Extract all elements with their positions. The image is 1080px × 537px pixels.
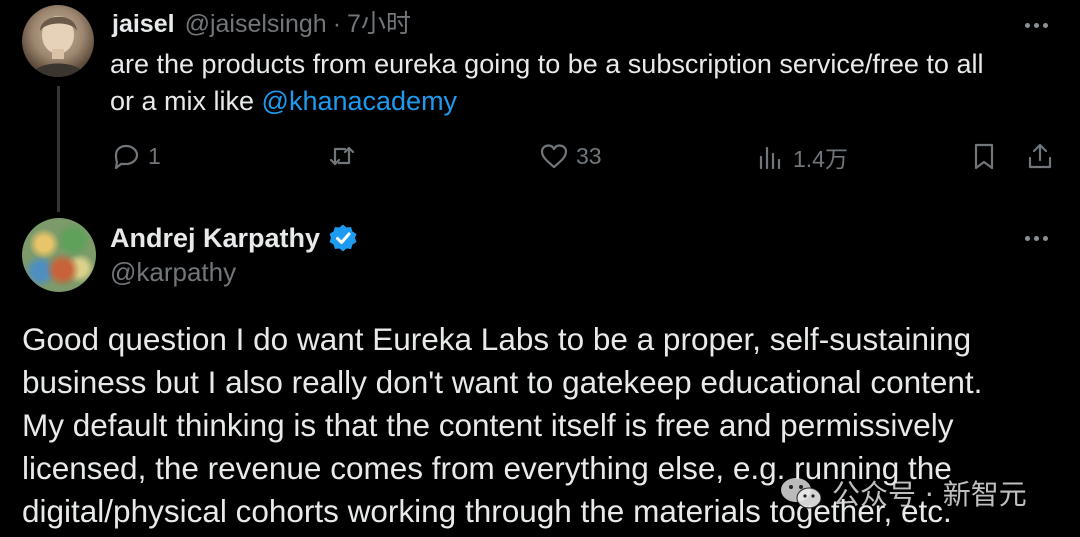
- reply-text-line: are the products from eureka going to be…: [110, 49, 984, 79]
- watermark-text: 公众号 · 新智元: [832, 478, 1027, 511]
- main-author-handle[interactable]: @karpathy: [110, 257, 236, 288]
- header-separator: ·: [332, 10, 342, 38]
- share-button[interactable]: [1024, 140, 1056, 172]
- more-horizontal-icon[interactable]: [1025, 233, 1059, 243]
- views-count: 1.4万: [793, 146, 848, 172]
- watermark: 公众号 · 新智元: [778, 470, 1027, 516]
- views-button[interactable]: 1.4万: [755, 140, 848, 174]
- avatar-portrait-icon: [30, 16, 86, 77]
- retweet-icon: [329, 146, 355, 166]
- heart-icon: [540, 144, 568, 169]
- reply-text-fragment: or a mix like: [110, 86, 262, 116]
- main-author-name-row: Andrej Karpathy: [110, 219, 358, 257]
- reply-bubble-icon: [114, 144, 139, 170]
- reply-text-line: or a mix like @khanacademy: [110, 83, 1050, 120]
- bookmark-icon: [974, 143, 994, 170]
- reply-tweet-text: are the products from eureka going to be…: [110, 46, 1050, 120]
- views-bar-chart-icon: [759, 146, 781, 170]
- main-author-name[interactable]: Andrej Karpathy: [110, 223, 320, 254]
- share-upload-icon: [1028, 143, 1052, 169]
- retweet-button[interactable]: [326, 140, 364, 172]
- reply-timestamp[interactable]: 7小时: [347, 4, 411, 40]
- reply-action-bar: 1 33 1.4万: [110, 140, 1060, 180]
- main-text-line: business but I also really don't want to…: [22, 364, 983, 400]
- main-author-avatar[interactable]: [22, 218, 96, 292]
- like-button[interactable]: 33: [538, 140, 602, 172]
- reply-author-avatar[interactable]: [22, 5, 94, 77]
- like-count: 33: [576, 142, 602, 169]
- main-text-line: My default thinking is that the content …: [22, 407, 954, 443]
- bookmark-button[interactable]: [968, 140, 1000, 172]
- reply-author-handle[interactable]: @jaiselsingh: [185, 10, 327, 39]
- reply-button[interactable]: 1: [110, 140, 161, 172]
- main-text-line: Good question I do want Eureka Labs to b…: [22, 321, 972, 357]
- wechat-logo-icon: [781, 478, 822, 509]
- reply-header: jaisel @jaiselsingh · 7小时: [112, 4, 411, 40]
- reply-author-name[interactable]: jaisel: [112, 10, 175, 39]
- reply-count: 1: [148, 142, 161, 169]
- mention-link[interactable]: @khanacademy: [262, 86, 458, 116]
- thread-connector-line: [57, 86, 60, 212]
- verified-badge-icon[interactable]: [328, 223, 358, 253]
- more-horizontal-icon[interactable]: [1025, 20, 1059, 30]
